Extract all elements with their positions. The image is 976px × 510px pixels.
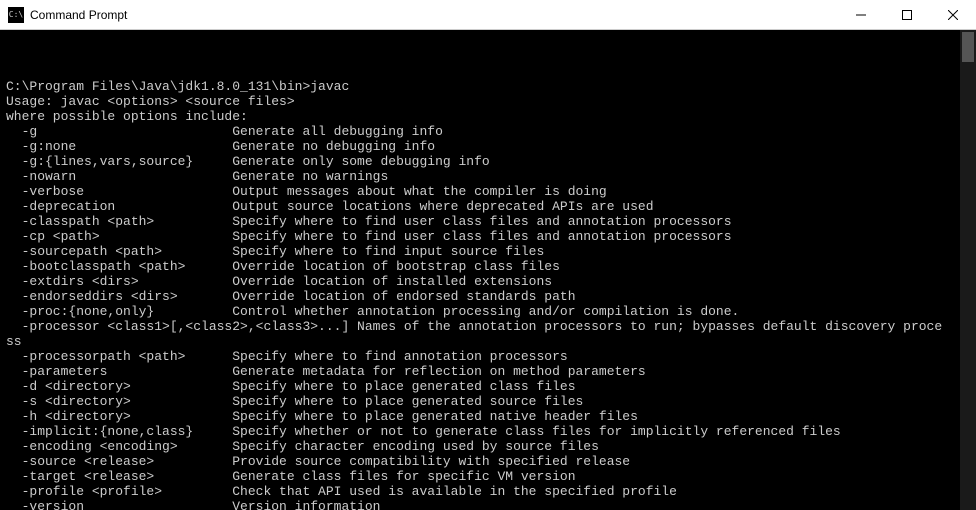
console[interactable]: C:\Program Files\Java\jdk1.8.0_131\bin>j… (0, 30, 976, 510)
scrollbar-thumb[interactable] (962, 32, 974, 62)
minimize-icon (856, 10, 866, 20)
window-controls (838, 0, 976, 29)
titlebar: C:\ Command Prompt (0, 0, 976, 30)
close-button[interactable] (930, 0, 976, 29)
window-title: Command Prompt (30, 8, 838, 22)
cmd-icon: C:\ (8, 7, 24, 23)
console-content: C:\Program Files\Java\jdk1.8.0_131\bin>j… (6, 64, 970, 510)
close-icon (948, 10, 958, 20)
maximize-button[interactable] (884, 0, 930, 29)
scrollbar[interactable] (960, 30, 976, 510)
minimize-button[interactable] (838, 0, 884, 29)
maximize-icon (902, 10, 912, 20)
